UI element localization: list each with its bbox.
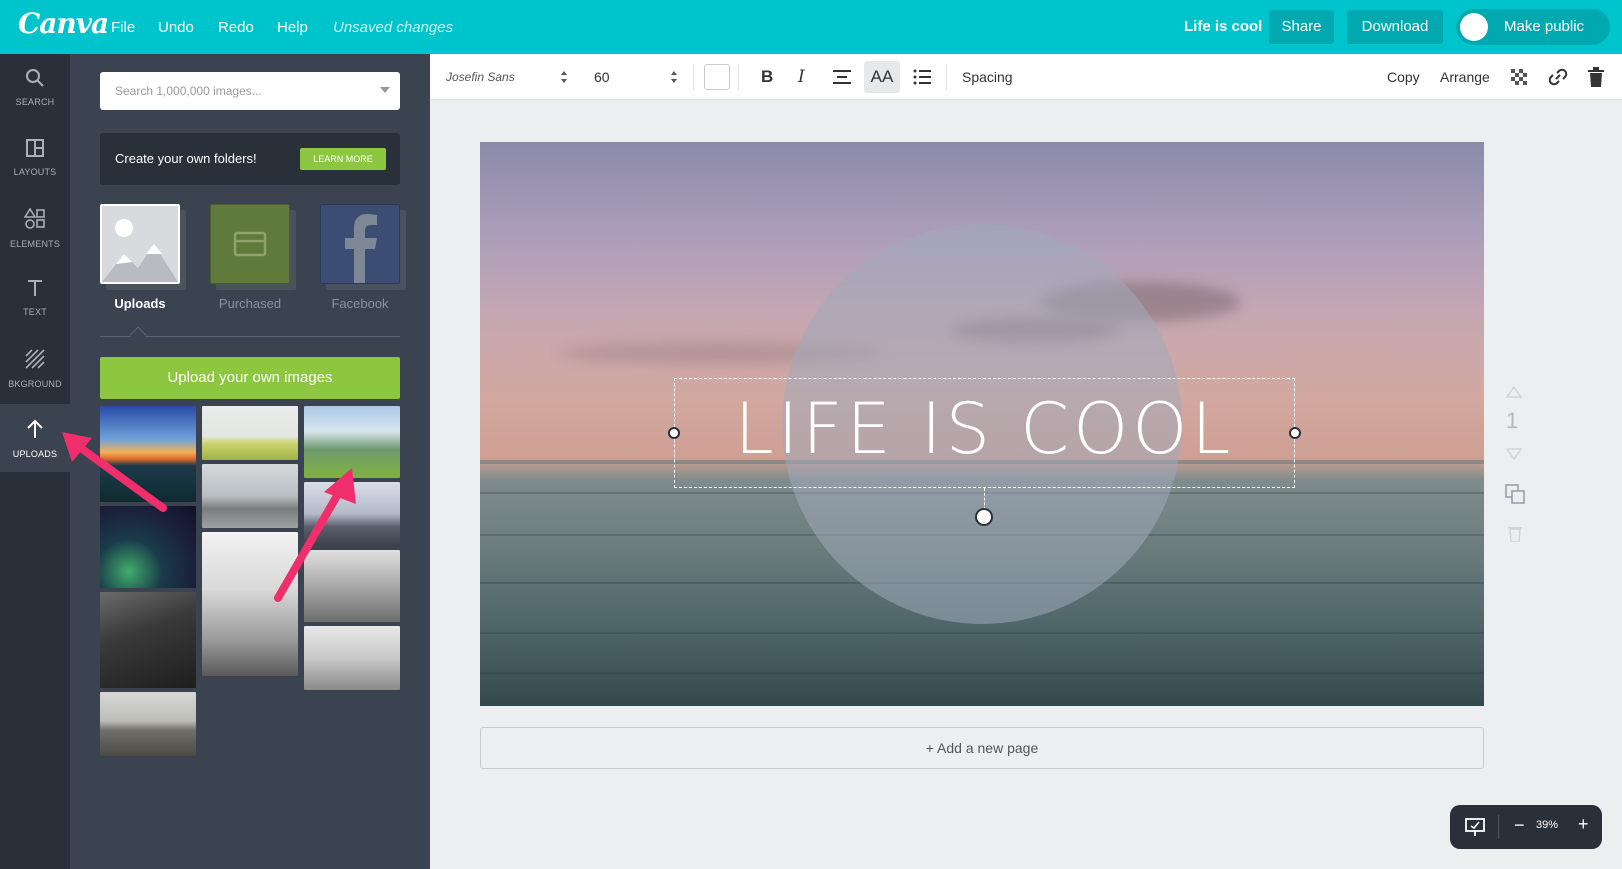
menu-undo[interactable]: Undo: [158, 19, 194, 36]
rail-label: UPLOADS: [12, 449, 58, 459]
page-down-icon[interactable]: [1506, 448, 1522, 460]
rail-item-background[interactable]: BKGROUND: [0, 334, 70, 402]
image-thumbnail[interactable]: [100, 506, 196, 588]
make-public-label: Make public: [1504, 18, 1585, 35]
background-pattern-icon: [25, 349, 45, 369]
headline-text[interactable]: LIFE IS COOL: [674, 388, 1295, 470]
font-size-select[interactable]: 60: [594, 54, 610, 100]
rail-label: ELEMENTS: [9, 239, 61, 249]
rotate-handle-icon[interactable]: [975, 508, 993, 526]
align-center-icon[interactable]: [833, 69, 851, 85]
top-bar: Canva File Undo Redo Help Unsaved change…: [0, 0, 1622, 54]
rail-item-elements[interactable]: ELEMENTS: [0, 194, 70, 262]
image-search-input[interactable]: Search 1,000,000 images...: [100, 72, 400, 110]
rail-item-search[interactable]: SEARCH: [0, 54, 70, 122]
learn-more-button[interactable]: LEARN MORE: [300, 148, 386, 170]
zoom-level: 39%: [1536, 819, 1559, 831]
font-select-arrows-icon[interactable]: [560, 70, 568, 84]
bold-button[interactable]: B: [761, 54, 773, 100]
shapes-icon: [24, 208, 45, 229]
rail-label: LAYOUTS: [13, 167, 57, 177]
annotation-arrow-thumbnail: [274, 468, 356, 602]
transparency-icon[interactable]: [1511, 69, 1527, 85]
size-select-arrows-icon[interactable]: [670, 70, 678, 84]
resize-handle-right[interactable]: [1289, 427, 1301, 439]
canva-logo[interactable]: Canva: [18, 7, 109, 40]
zoom-in-button[interactable]: +: [1578, 814, 1589, 835]
rail-item-text[interactable]: TEXT: [0, 264, 70, 332]
resize-handle-left[interactable]: [668, 427, 680, 439]
share-button[interactable]: Share: [1269, 10, 1334, 44]
text-color-swatch[interactable]: [704, 64, 730, 90]
tab-uploads[interactable]: Uploads: [100, 204, 186, 311]
link-icon[interactable]: [1548, 68, 1568, 86]
delete-page-icon[interactable]: [1507, 524, 1523, 542]
tab-label: Purchased: [218, 296, 282, 311]
folder-promo-text: Create your own folders!: [115, 151, 257, 166]
trash-icon[interactable]: [1588, 67, 1604, 87]
tab-facebook[interactable]: Facebook: [320, 204, 406, 311]
arrange-button[interactable]: Arrange: [1440, 54, 1490, 100]
list-icon[interactable]: [913, 69, 931, 85]
tab-label: Facebook: [331, 296, 389, 311]
uploads-tab-thumbnail: [100, 204, 180, 284]
wave-line: [480, 632, 1484, 634]
annotation-arrow-uploads: [62, 432, 167, 512]
divider: [738, 64, 739, 90]
download-button[interactable]: Download: [1347, 10, 1443, 44]
image-thumbnail[interactable]: [100, 692, 196, 756]
credit-card-icon: [233, 231, 267, 257]
spacing-button[interactable]: Spacing: [962, 54, 1013, 100]
image-thumbnail[interactable]: [202, 406, 298, 460]
zoom-control: − 39% +: [1450, 805, 1602, 849]
italic-button[interactable]: I: [798, 54, 805, 100]
text-icon: [28, 280, 42, 296]
rail-item-layouts[interactable]: LAYOUTS: [0, 124, 70, 192]
tab-purchased[interactable]: Purchased: [210, 204, 296, 311]
menu-redo[interactable]: Redo: [218, 19, 254, 36]
document-title[interactable]: Life is cool: [1184, 18, 1262, 35]
rotate-connector: [984, 488, 985, 510]
purchased-tab-thumbnail: [210, 204, 290, 284]
image-thumbnail[interactable]: [304, 626, 400, 690]
chevron-down-icon[interactable]: [380, 87, 390, 93]
page-number: 1: [1506, 408, 1519, 433]
active-tab-indicator: [129, 326, 147, 344]
menu-help[interactable]: Help: [277, 19, 308, 36]
rail-label: BKGROUND: [8, 379, 62, 389]
save-status: Unsaved changes: [333, 19, 454, 36]
image-thumbnail[interactable]: [100, 592, 196, 688]
copy-button[interactable]: Copy: [1387, 54, 1420, 100]
folder-promo-banner: Create your own folders! LEARN MORE: [100, 133, 400, 185]
make-public-toggle[interactable]: Make public: [1456, 9, 1610, 45]
zoom-out-button[interactable]: −: [1514, 815, 1525, 836]
toggle-knob: [1460, 13, 1488, 41]
rail-label: TEXT: [23, 307, 47, 317]
facebook-tab-thumbnail: [320, 204, 400, 284]
menu-file[interactable]: File: [111, 19, 135, 36]
facebook-icon: [345, 214, 377, 283]
search-placeholder: Search 1,000,000 images...: [115, 84, 262, 98]
upload-images-button[interactable]: Upload your own images: [100, 357, 400, 399]
text-toolbar: Josefin Sans 60 B I AA Spacing Copy Arra…: [430, 54, 1622, 100]
present-icon[interactable]: [1465, 817, 1485, 837]
divider: [946, 64, 947, 90]
wave-line: [480, 672, 1484, 674]
upload-arrow-icon: [27, 419, 43, 438]
layouts-icon: [26, 139, 44, 157]
search-icon: [26, 69, 44, 87]
tab-label: Uploads: [114, 296, 166, 311]
image-placeholder-icon: [102, 219, 178, 282]
duplicate-page-icon[interactable]: [1505, 484, 1525, 504]
divider: [693, 64, 694, 90]
font-family-select[interactable]: Josefin Sans: [446, 54, 515, 100]
uppercase-button[interactable]: AA: [864, 61, 900, 93]
add-page-button[interactable]: + Add a new page: [480, 727, 1484, 769]
page-up-icon[interactable]: [1506, 386, 1522, 398]
rail-label: SEARCH: [15, 97, 55, 107]
design-canvas[interactable]: LIFE IS COOL: [480, 142, 1484, 706]
divider: [1498, 815, 1499, 839]
